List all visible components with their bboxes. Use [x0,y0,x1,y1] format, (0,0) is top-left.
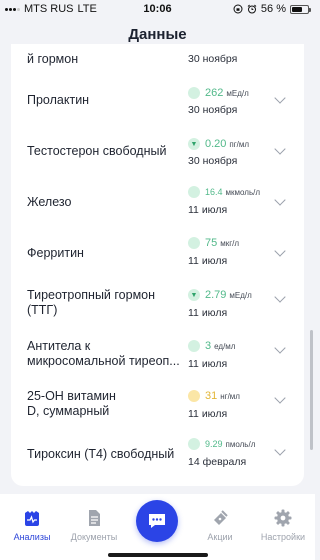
test-name: Антитела к микросомальной тиреоп... [27,339,180,368]
tab-label: Настройки [260,532,306,542]
status-dot-icon [188,390,200,402]
tab-tests[interactable]: Анализы [1,508,63,542]
test-name: 25-ОН витамин D, суммарный [27,389,116,418]
test-value: 16.4 мкмоль/л [188,185,260,199]
scrollbar[interactable] [310,330,313,450]
test-value: 3 ед/мл [188,339,235,353]
test-name: Пролактин [27,93,90,107]
tab-promo[interactable]: Акции [189,508,251,542]
chevron-down-icon[interactable] [274,92,286,104]
value-number: 16.4 [205,187,223,197]
chevron-down-icon[interactable] [274,342,286,354]
test-date: 11 июля [188,255,228,267]
value-number: 0.20 [205,138,227,150]
value-number: 31 [205,390,218,402]
value-unit: мкг/л [220,238,240,248]
value-unit: мЕд/л [226,88,249,98]
home-indicator [108,553,208,557]
value-number: 3 [205,340,212,352]
tab-documents[interactable]: Документы [63,508,125,542]
test-value: 262 мЕд/л [188,86,249,100]
value-unit: пмоль/л [225,439,256,449]
tests-icon [25,511,39,526]
test-row[interactable]: Железо 16.4 мкмоль/л 11 июля [11,178,304,226]
chevron-down-icon[interactable] [274,291,286,303]
document-icon [89,510,100,526]
status-bar: MTS RUS LTE 10:06 56 % [0,0,315,18]
down-arrow-icon: ▼ [188,289,200,301]
test-date: 30 ноября [188,53,238,65]
status-dot-icon [188,340,200,352]
value-unit: нг/мл [220,391,240,401]
test-date: 11 июля [188,408,228,420]
status-dot-icon [188,186,200,198]
value-unit: мЕд/л [229,290,252,300]
tab-label: Акции [207,532,233,542]
chevron-down-icon[interactable] [274,194,286,206]
test-date: 11 июля [188,204,228,216]
chat-icon [149,514,165,528]
test-value: 9.29 пмоль/л [188,437,255,451]
test-name: й гормон [27,52,79,66]
chevron-down-icon[interactable] [274,143,286,155]
test-name: Ферритин [27,246,84,260]
test-row[interactable]: Тестостерон свободный ▼ 0.20 пг/мл 30 но… [11,127,304,175]
value-unit: мкмоль/л [225,187,261,197]
value-number: 2.79 [205,289,227,301]
status-dot-icon [188,237,200,249]
test-date: 14 февраля [188,456,247,468]
promo-icon [214,510,228,525]
value-unit: пг/мл [229,139,250,149]
chat-button[interactable] [136,500,178,542]
test-name: Тестостерон свободный [27,144,167,158]
test-row[interactable]: Антитела к микросомальной тиреоп... 3 ед… [11,331,304,379]
test-value: ▼ 0.20 пг/мл [188,137,249,151]
down-arrow-icon: ▼ [188,138,200,150]
battery-percent: 56 % [260,3,286,15]
status-dot-icon [188,87,200,99]
test-date: 11 июля [188,358,228,370]
test-row[interactable]: й гормон 30 ноября [11,44,304,68]
test-date: 11 июля [188,307,228,319]
value-number: 9.29 [205,439,223,449]
tab-label: Документы [70,532,118,542]
test-date: 30 ноября [188,155,238,167]
test-name: Железо [27,195,72,209]
test-value: 75 мкг/л [188,236,239,250]
gear-icon [274,509,292,527]
chevron-down-icon[interactable] [274,245,286,257]
test-date: 30 ноября [188,104,238,116]
tab-settings[interactable]: Настройки [252,508,314,542]
test-row[interactable]: Тиреотропный гормон (ТТГ) ▼ 2.79 мЕд/л 1… [11,280,304,328]
status-right: 56 % [233,3,311,15]
test-value: ▼ 2.79 мЕд/л [188,288,252,302]
battery-icon [290,4,311,14]
chevron-down-icon[interactable] [274,444,286,456]
test-row[interactable]: Тироксин (Т4) свободный 9.29 пмоль/л 14 … [11,430,304,478]
value-number: 262 [205,87,224,99]
test-name: Тиреотропный гормон (ТТГ) [27,288,156,317]
status-dot-icon [188,438,200,450]
test-row[interactable]: Пролактин 262 мЕд/л 30 ноября [11,76,304,124]
test-name: Тироксин (Т4) свободный [27,447,175,461]
chevron-down-icon[interactable] [274,392,286,404]
value-number: 75 [205,237,218,249]
tab-label: Анализы [13,532,51,542]
test-value: 31 нг/мл [188,389,240,403]
orientation-lock-icon [233,4,243,14]
value-unit: ед/мл [214,341,236,351]
tests-list: й гормон 30 ноября Пролактин 262 мЕд/л 3… [11,44,304,486]
alarm-icon [247,4,257,14]
test-row[interactable]: Ферритин 75 мкг/л 11 июля [11,229,304,277]
test-row[interactable]: 25-ОН витамин D, суммарный 31 нг/мл 11 и… [11,381,304,429]
